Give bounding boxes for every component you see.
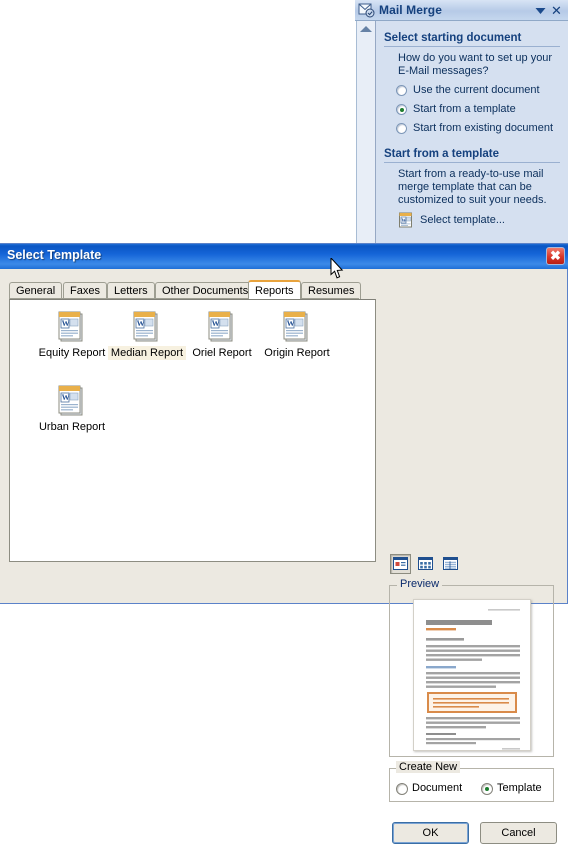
document-vertical-scrollbar[interactable]: [356, 0, 376, 243]
word-template-icon: W: [208, 311, 233, 342]
template-item-urban-report[interactable]: W Urban Report: [29, 385, 115, 433]
ok-button[interactable]: OK: [392, 822, 469, 844]
taskpane-question-text: How do you want to set up your E-Mail me…: [398, 52, 553, 77]
radio-button-indicator[interactable]: [396, 123, 407, 134]
preview-thumbnail-content: [414, 600, 530, 750]
radio-button-indicator[interactable]: [396, 85, 407, 96]
document-canvas: [0, 0, 356, 243]
word-template-icon: W: [58, 311, 83, 342]
tab-letters[interactable]: Letters: [107, 282, 155, 299]
word-template-icon: W: [399, 212, 412, 228]
template-label: Origin Report: [264, 347, 330, 359]
radio-button-indicator[interactable]: [396, 104, 407, 115]
close-icon[interactable]: ✖: [546, 247, 565, 265]
cancel-button[interactable]: Cancel: [480, 822, 557, 844]
select-template-link[interactable]: Select template...: [420, 214, 505, 226]
word-template-icon: W: [283, 311, 308, 342]
tab-general[interactable]: General: [9, 282, 63, 299]
details-icon: [443, 557, 458, 570]
create-new-legend-label: Create New: [396, 761, 461, 773]
select-template-dialog: Select Template ✖ General Faxes Letters …: [0, 243, 568, 844]
radio-label: Document: [412, 782, 463, 794]
radio-label: Use the current document: [413, 84, 540, 96]
task-pane-titlebar: Mail Merge ✕: [355, 0, 568, 21]
close-icon[interactable]: ✕: [550, 4, 563, 17]
taskpane-heading-start-from-template: Start from a template: [384, 148, 560, 163]
template-item-equity-report[interactable]: W Equity Report: [29, 311, 115, 359]
svg-text:W: W: [287, 319, 295, 328]
template-label: Oriel Report: [192, 347, 252, 359]
template-label: Equity Report: [38, 347, 106, 359]
radio-label: Template: [497, 782, 542, 794]
tab-resumes[interactable]: Resumes: [301, 282, 362, 299]
radio-start-from-existing-document[interactable]: Start from existing document: [396, 121, 568, 137]
tab-faxes[interactable]: Faxes: [63, 282, 107, 299]
chevron-down-icon[interactable]: [535, 7, 546, 15]
svg-text:W: W: [62, 393, 70, 402]
radio-label: Start from existing document: [413, 122, 554, 134]
radio-button-indicator[interactable]: [396, 783, 408, 795]
mail-merge-icon: [358, 3, 375, 18]
radio-use-current-document[interactable]: Use the current document: [396, 83, 568, 99]
word-template-icon: W: [133, 311, 158, 342]
word-template-icon: W: [58, 385, 83, 416]
svg-text:W: W: [212, 319, 220, 328]
template-item-oriel-report[interactable]: W Oriel Report: [179, 311, 265, 359]
details-view-button[interactable]: [440, 554, 461, 574]
radio-button-indicator[interactable]: [481, 783, 493, 795]
template-label: Urban Report: [38, 421, 106, 433]
taskpane-heading-select-starting-document: Select starting document: [384, 32, 560, 47]
template-list-box[interactable]: W Equity Report W Median Report W Oriel …: [9, 299, 376, 562]
large-icons-icon: [393, 557, 408, 570]
svg-text:W: W: [137, 319, 145, 328]
radio-label: Start from a template: [413, 103, 516, 115]
tab-reports[interactable]: Reports: [248, 280, 301, 299]
dialog-titlebar[interactable]: Select Template ✖: [0, 244, 568, 269]
dialog-title: Select Template: [7, 248, 102, 262]
scroll-up-arrow-icon[interactable]: [360, 26, 372, 32]
mail-merge-task-pane: Select starting document How do you want…: [375, 0, 568, 243]
radio-start-from-template[interactable]: Start from a template: [396, 102, 568, 118]
template-item-origin-report[interactable]: W Origin Report: [254, 311, 340, 359]
template-label: Median Report: [107, 346, 187, 360]
task-pane-title: Mail Merge: [379, 3, 443, 17]
svg-text:W: W: [401, 219, 406, 224]
list-icon: [418, 557, 433, 570]
tab-other-documents[interactable]: Other Documents: [155, 282, 256, 299]
preview-legend-label: Preview: [397, 578, 443, 590]
template-item-median-report[interactable]: W Median Report: [104, 311, 190, 360]
taskpane-description-text: Start from a ready-to-use mail merge tem…: [398, 168, 547, 206]
svg-text:W: W: [62, 319, 70, 328]
list-view-button[interactable]: [415, 554, 436, 574]
preview-document-thumbnail: [413, 599, 531, 751]
large-icons-view-button[interactable]: [390, 554, 411, 574]
